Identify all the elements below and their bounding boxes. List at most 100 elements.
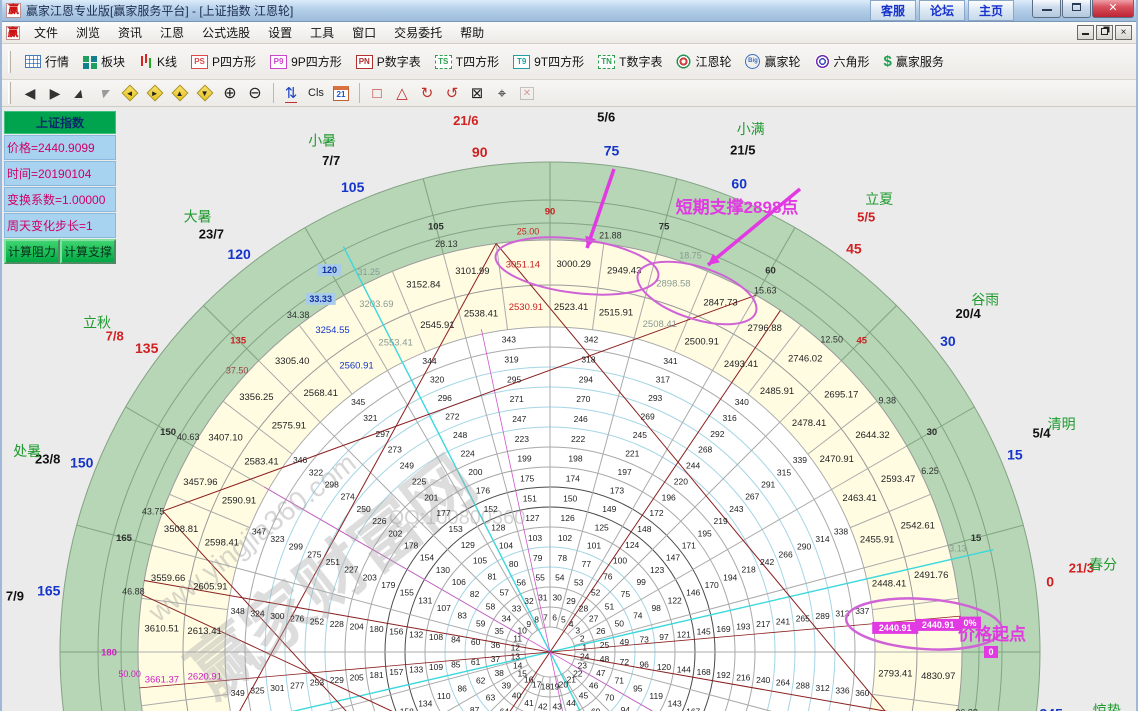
svg-text:60: 60 (765, 265, 776, 276)
svg-text:62: 62 (476, 676, 486, 686)
title-bar[interactable]: 赢 赢家江恩专业版[赢家服务平台] - [上证指数 江恩轮] 客服论坛主页 ✕ (2, 0, 1136, 22)
svg-text:31.25: 31.25 (358, 267, 381, 277)
maximize-button[interactable] (1062, 0, 1091, 18)
menu-item-交易委托[interactable]: 交易委托 (385, 22, 451, 43)
diamond-down-button[interactable]: ▼ (193, 82, 217, 104)
toolbar-item-winner-wheel[interactable]: Big赢家轮 (738, 50, 807, 73)
toolbar-item-9p-square[interactable]: P99P四方形 (263, 50, 349, 73)
skew-down-triangle-button[interactable]: ▼ (93, 82, 117, 104)
boxed-x-button[interactable]: ⊠ (465, 82, 489, 104)
svg-text:72: 72 (620, 657, 630, 667)
t-square-icon: TS (435, 55, 452, 69)
center-target-button[interactable]: ⌖ (490, 82, 514, 104)
toolbar-item-9t-square[interactable]: T99T四方形 (506, 50, 591, 73)
menu-item-文件[interactable]: 文件 (25, 22, 67, 43)
minimize-button[interactable] (1032, 0, 1061, 18)
menu-item-浏览[interactable]: 浏览 (67, 22, 109, 43)
svg-text:277: 277 (290, 680, 304, 690)
forward-arrow-button[interactable]: ▶ (43, 82, 67, 104)
svg-text:80: 80 (509, 559, 519, 569)
svg-text:107: 107 (437, 603, 451, 613)
mdi-minimize-button[interactable] (1077, 25, 1094, 40)
diamond-up-button[interactable]: ▲ (168, 82, 192, 104)
calendar-button[interactable]: 21 (329, 82, 353, 104)
menu-item-帮助[interactable]: 帮助 (451, 22, 493, 43)
svg-text:195: 195 (698, 528, 712, 538)
cls-button[interactable]: Cls (304, 82, 328, 104)
close-button[interactable]: ✕ (1092, 0, 1134, 18)
toolbar-item-winner-service[interactable]: $赢家服务 (877, 50, 951, 73)
app-logo-icon: 赢 (6, 3, 21, 18)
menu-item-江恩[interactable]: 江恩 (151, 22, 193, 43)
toolbar-item-p-table[interactable]: PNP数字表 (349, 50, 428, 73)
svg-text:3051.14: 3051.14 (506, 259, 540, 270)
svg-text:2: 2 (580, 634, 585, 644)
homepage-button[interactable]: 主页 (968, 0, 1014, 21)
svg-text:2542.61: 2542.61 (901, 521, 935, 532)
back-arrow-button[interactable]: ◀ (18, 82, 42, 104)
red-triangle-icon: △ (396, 84, 408, 102)
svg-text:345: 345 (351, 397, 365, 407)
calc-support-button[interactable]: 计算支撑 (60, 239, 116, 264)
kline-label: K线 (157, 53, 177, 70)
updown-arrows-button[interactable]: ⇅ (279, 82, 303, 104)
svg-text:316: 316 (723, 413, 737, 423)
svg-text:2605.91: 2605.91 (193, 581, 227, 592)
winner-wheel-label: 赢家轮 (764, 53, 800, 70)
mdi-restore-button[interactable] (1096, 25, 1113, 40)
red-square-button[interactable]: □ (365, 82, 389, 104)
menu-item-公式选股[interactable]: 公式选股 (193, 22, 259, 43)
toolbar-item-sectors[interactable]: 板块 (76, 50, 132, 73)
svg-text:346: 346 (293, 455, 307, 465)
diamond-right-button[interactable]: ► (143, 82, 167, 104)
zoom-in-button[interactable]: ⊕ (218, 82, 242, 104)
svg-text:180: 180 (101, 647, 117, 658)
svg-text:28: 28 (579, 603, 589, 613)
toolbar-item-market[interactable]: 行情 (18, 50, 76, 73)
app-logo-icon-small: 赢 (6, 26, 20, 40)
svg-text:150: 150 (160, 427, 176, 438)
svg-text:30: 30 (940, 333, 956, 349)
svg-text:266: 266 (779, 549, 793, 559)
chart-area: 赢家财富网www.yingjia360.comQQ:10080036012345… (2, 107, 1136, 711)
menu-item-资讯[interactable]: 资讯 (109, 22, 151, 43)
mdi-close-button[interactable]: × (1115, 25, 1132, 40)
customer-service-button[interactable]: 客服 (870, 0, 916, 21)
diamond-left-button[interactable]: ◄ (118, 82, 142, 104)
svg-text:23/7: 23/7 (199, 226, 224, 241)
main-toolbar: 行情板块 K线 PSP四方形P99P四方形PNP数字表TST四方形T99T四方形TN… (2, 44, 1136, 80)
svg-text:146: 146 (686, 588, 700, 598)
menu-item-设置[interactable]: 设置 (259, 22, 301, 43)
rotate-ccw-button[interactable]: ↺ (440, 82, 464, 104)
svg-text:大暑: 大暑 (184, 209, 212, 225)
gann-wheel[interactable]: 赢家财富网www.yingjia360.comQQ:10080036012345… (2, 107, 1136, 711)
toolbar-item-p-square[interactable]: PSP四方形 (184, 50, 263, 73)
svg-text:69: 69 (591, 707, 601, 711)
svg-text:31: 31 (538, 592, 548, 602)
toolbar-item-hexagon[interactable]: 六角形 (808, 50, 877, 73)
svg-text:151: 151 (523, 493, 537, 503)
calc-resistance-button[interactable]: 计算阻力 (4, 239, 60, 264)
svg-text:216: 216 (736, 672, 750, 682)
toolbar-item-gann-wheel[interactable]: 江恩轮 (669, 50, 738, 73)
skew-up-triangle-button[interactable]: ▲ (68, 82, 92, 104)
forum-button[interactable]: 论坛 (919, 0, 965, 21)
svg-text:4: 4 (569, 619, 574, 629)
svg-text:143: 143 (668, 699, 682, 709)
toolbar-item-t-square[interactable]: TST四方形 (428, 50, 506, 73)
svg-text:341: 341 (663, 356, 677, 366)
t-table-label: T数字表 (619, 53, 662, 70)
zoom-out-button[interactable]: ⊖ (243, 82, 267, 104)
red-triangle-button[interactable]: △ (390, 82, 414, 104)
app-window: 赢 赢家江恩专业版[赢家服务平台] - [上证指数 江恩轮] 客服论坛主页 ✕ … (0, 0, 1138, 711)
svg-text:165: 165 (37, 582, 61, 598)
clear-board-button[interactable]: ✕ (515, 82, 539, 104)
svg-text:149: 149 (602, 504, 616, 514)
menu-item-窗口[interactable]: 窗口 (343, 22, 385, 43)
menu-item-工具[interactable]: 工具 (301, 22, 343, 43)
rotate-cw-button[interactable]: ↻ (415, 82, 439, 104)
svg-text:21/5: 21/5 (730, 142, 755, 157)
toolbar-item-kline[interactable]: K线 (132, 50, 184, 73)
toolbar-item-t-table[interactable]: TNT数字表 (591, 50, 669, 73)
svg-text:158: 158 (400, 706, 414, 711)
